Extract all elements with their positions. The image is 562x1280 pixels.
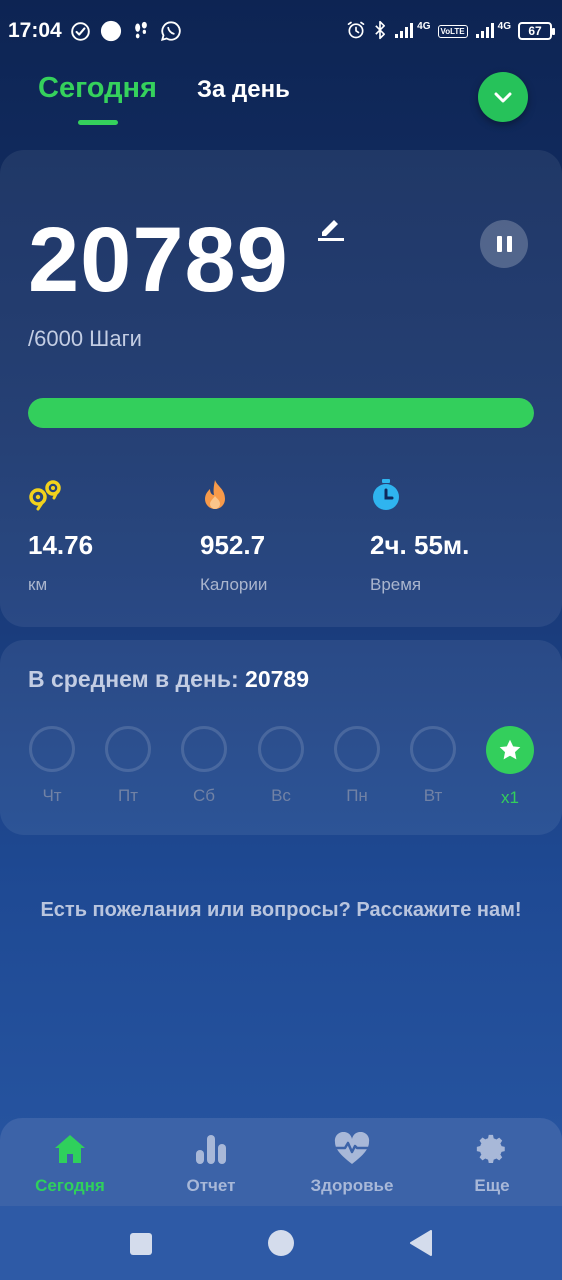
average-title: В среднем в день: 20789: [28, 666, 309, 693]
heart-pulse-icon: [287, 1130, 417, 1168]
week-days: Чт Пт Сб Вс Пн Вт x1: [28, 726, 536, 816]
footprints-icon: [130, 20, 152, 42]
nav-label: Отчет: [186, 1176, 236, 1195]
time-value: 2ч. 55м.: [370, 530, 470, 560]
home-icon: [5, 1130, 135, 1168]
day-label: Пт: [117, 786, 138, 805]
day-item[interactable]: Сб: [180, 726, 228, 806]
status-bar: 17:04 4G VoLTE 4G 67: [0, 0, 562, 62]
status-time: 17:04: [8, 19, 62, 42]
step-count: 20789: [28, 209, 289, 311]
day-ring: [334, 726, 380, 772]
feedback-link[interactable]: Есть пожелания или вопросы? Расскажите н…: [30, 897, 532, 924]
dropdown-button[interactable]: [478, 72, 528, 122]
day-item[interactable]: Вс: [257, 726, 305, 806]
system-nav-bar: [0, 1206, 562, 1280]
day-item[interactable]: Чт: [28, 726, 76, 806]
distance-icon: [28, 478, 93, 512]
day-ring: [258, 726, 304, 772]
nav-label: Еще: [474, 1176, 510, 1195]
daily-average-card: В среднем в день: 20789 Чт Пт Сб Вс Пн В…: [0, 640, 562, 835]
flame-icon: [200, 478, 267, 512]
nav-label: Здоровье: [310, 1176, 394, 1195]
stat-distance: 14.76 км: [28, 478, 93, 595]
day-item-today[interactable]: x1: [486, 726, 534, 808]
bluetooth-icon: [373, 20, 387, 43]
day-label: Вс: [271, 786, 291, 805]
tab-today[interactable]: Сегодня: [38, 72, 157, 105]
nav-label: Сегодня: [35, 1176, 105, 1195]
time-label: Время: [370, 575, 422, 594]
day-ring: [29, 726, 75, 772]
signal-icon-2: [475, 21, 497, 42]
nav-report[interactable]: Отчет: [146, 1130, 276, 1196]
home-button[interactable]: [268, 1230, 294, 1261]
dot-icon: [100, 20, 122, 42]
day-item[interactable]: Пт: [104, 726, 152, 806]
day-label: Чт: [42, 786, 62, 805]
calories-value: 952.7: [200, 530, 266, 560]
tab-per-day[interactable]: За день: [197, 76, 290, 104]
tab-active-indicator: [78, 120, 118, 125]
circle-icon: [268, 1230, 294, 1256]
steps-card: 20789 /6000 Шаги 14.76 км 952.7 Калории …: [0, 150, 562, 627]
stat-calories: 952.7 Калории: [200, 478, 267, 595]
edit-icon[interactable]: [316, 212, 346, 247]
battery-level: 67: [528, 24, 542, 38]
star-icon: [499, 739, 521, 760]
distance-value: 14.76: [28, 530, 94, 560]
day-label: Пн: [346, 786, 368, 805]
distance-label: км: [28, 575, 48, 594]
nav-more[interactable]: Еще: [427, 1130, 557, 1196]
day-label: Сб: [192, 786, 215, 805]
chevron-down-icon: [494, 92, 512, 103]
battery-indicator: 67: [518, 22, 555, 40]
square-icon: [130, 1233, 152, 1255]
step-progress-bar: [28, 398, 534, 428]
step-progress-fill: [28, 398, 534, 428]
network-label: 4G: [417, 20, 431, 32]
network-label-2: 4G: [497, 20, 511, 32]
day-ring: [410, 726, 456, 772]
recents-button[interactable]: [129, 1232, 153, 1261]
stat-time: 2ч. 55м. Время: [370, 478, 469, 595]
pause-icon-bar: [506, 236, 512, 252]
day-item[interactable]: Пн: [333, 726, 381, 806]
check-circle-icon: [70, 20, 92, 42]
pause-icon-bar: [496, 236, 502, 252]
step-goal: /6000 Шаги: [28, 326, 142, 351]
day-label: Вт: [423, 786, 443, 805]
day-label: x1: [501, 788, 519, 807]
average-value: 20789: [245, 666, 309, 692]
signal-icon: [394, 21, 416, 42]
volte-badge: VoLTE: [437, 24, 468, 38]
day-item[interactable]: Вт: [409, 726, 457, 806]
day-ring: [105, 726, 151, 772]
gear-icon: [427, 1130, 557, 1168]
alarm-icon: [346, 20, 366, 43]
nav-health[interactable]: Здоровье: [287, 1130, 417, 1196]
whatsapp-icon: [160, 20, 182, 42]
star-badge: [486, 726, 534, 774]
average-label: В среднем в день:: [28, 666, 239, 692]
back-button[interactable]: [409, 1230, 433, 1261]
calories-label: Калории: [200, 575, 268, 594]
bar-chart-icon: [146, 1130, 276, 1168]
stopwatch-icon: [370, 478, 469, 512]
back-triangle-icon: [410, 1230, 432, 1256]
pause-button[interactable]: [480, 220, 528, 268]
day-ring: [181, 726, 227, 772]
bottom-nav: Сегодня Отчет Здоровье Еще: [0, 1118, 562, 1206]
nav-today[interactable]: Сегодня: [5, 1130, 135, 1196]
top-tabs: Сегодня За день: [0, 62, 562, 142]
